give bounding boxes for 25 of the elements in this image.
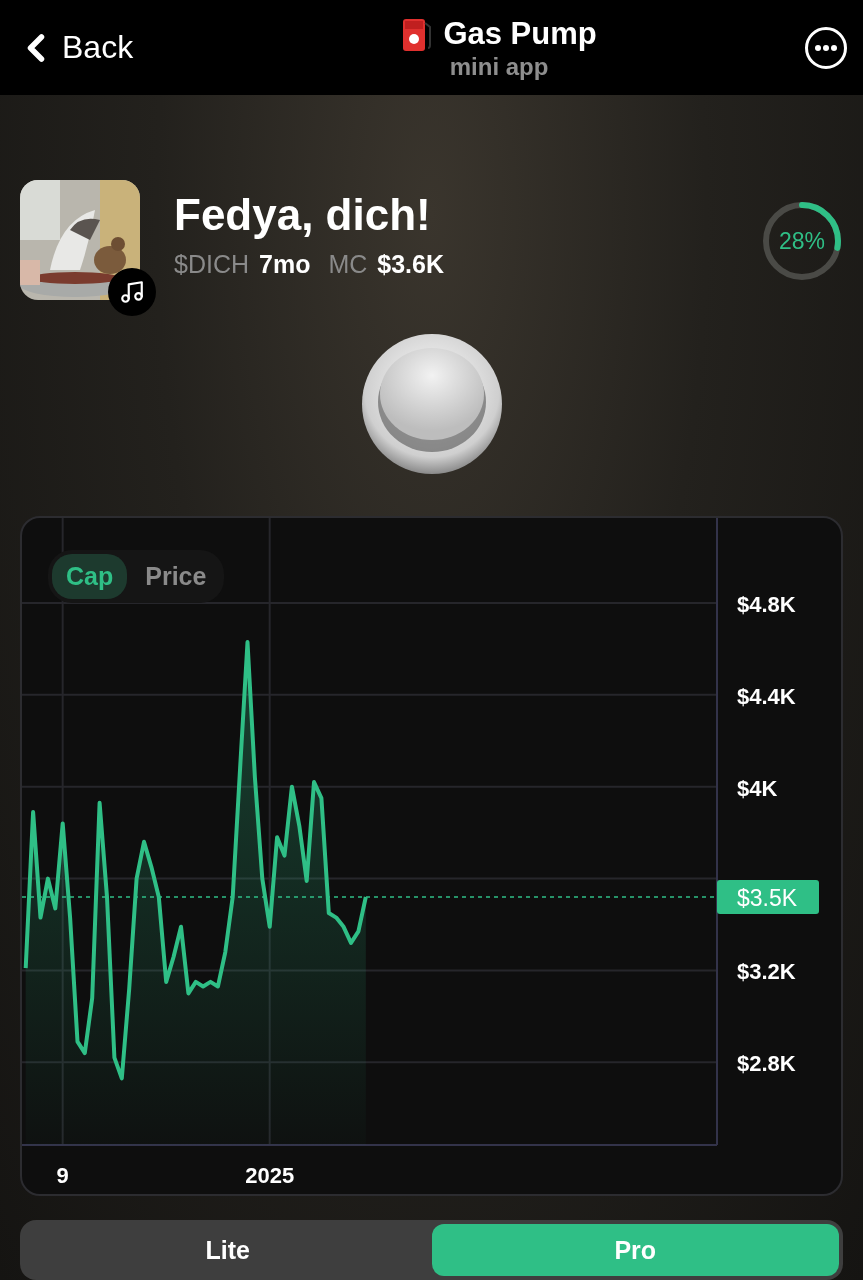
market-cap-label: MC [328, 250, 368, 279]
app-subtitle: mini app [449, 52, 549, 81]
token-age: 7mo [259, 250, 311, 279]
y-axis-label: $3.2K [737, 959, 796, 985]
back-label[interactable]: Back [62, 29, 134, 66]
price-tag: $3.5K [717, 879, 819, 914]
progress-label: 28% [779, 229, 825, 253]
chart-tab[interactable]: Price [131, 554, 221, 599]
music-badge [108, 268, 156, 316]
x-axis-label: 9 [56, 1163, 69, 1188]
y-axis-label: $4K [737, 775, 778, 801]
market-cap-value: $3.6K [377, 250, 445, 279]
y-axis-label: $4.8K [737, 592, 796, 617]
more-button[interactable] [805, 26, 847, 69]
mode-tab[interactable]: Lite [24, 1224, 432, 1276]
back-link[interactable]: Back [14, 25, 134, 70]
app-title: Gas Pump [443, 15, 597, 52]
y-axis-label: $2.8K [737, 1051, 796, 1077]
x-axis-label: 2025 [245, 1163, 295, 1188]
y-axis-label: $4.4K [737, 683, 796, 709]
token-ticker: $DICH [174, 250, 249, 279]
push-button[interactable] [359, 332, 504, 476]
chart-tab[interactable]: Cap [52, 554, 128, 599]
token-name: Fedya, dich! [174, 190, 432, 240]
more-icon [815, 44, 837, 51]
